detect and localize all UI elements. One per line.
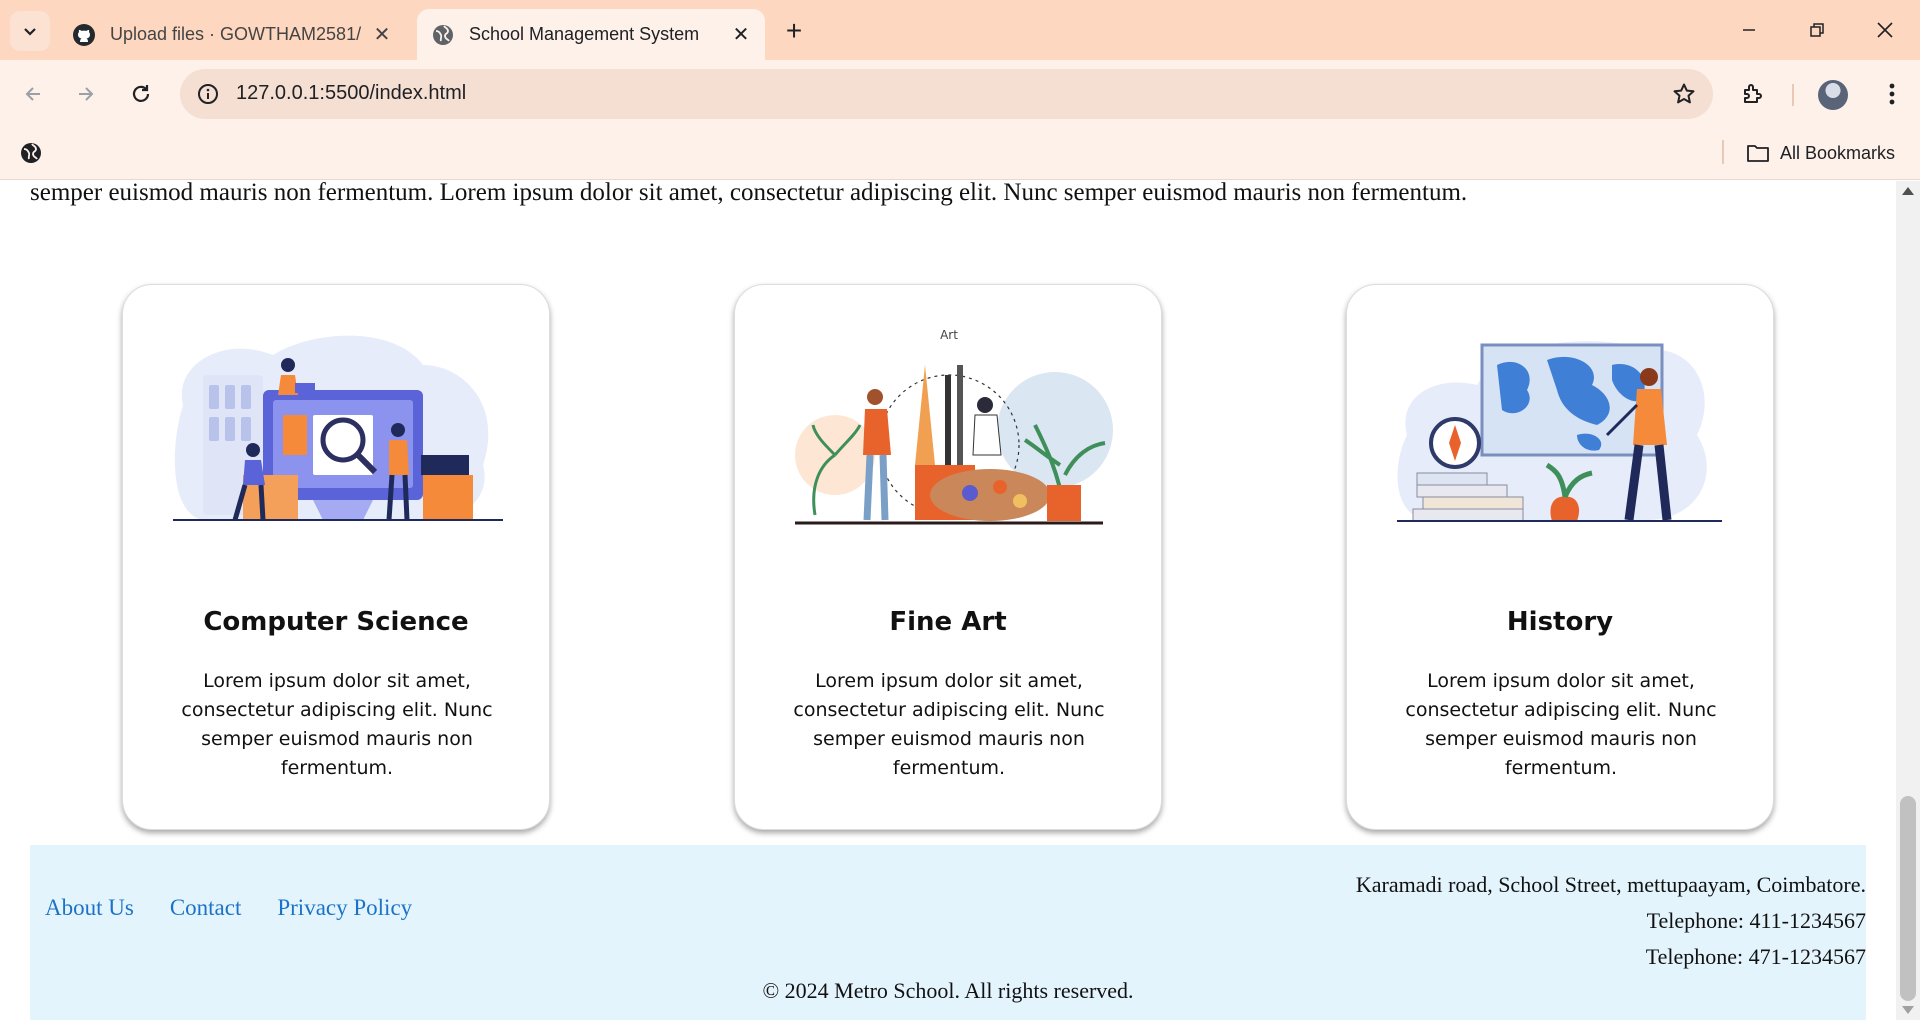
fine-art-illustration: Art xyxy=(795,328,1113,525)
close-icon[interactable]: ✕ xyxy=(366,19,398,51)
site-info-icon[interactable] xyxy=(192,78,224,110)
card-title: Computer Science xyxy=(203,607,469,637)
reload-button[interactable] xyxy=(121,74,161,114)
tab-upload-files[interactable]: Upload files · GOWTHAM2581/ ✕ xyxy=(58,9,406,60)
scrollbar-thumb[interactable] xyxy=(1900,796,1916,1001)
url-text[interactable]: 127.0.0.1:5500/index.html xyxy=(236,82,466,105)
computer-science-illustration xyxy=(173,335,503,521)
globe-icon[interactable] xyxy=(16,138,46,168)
arrow-right-icon xyxy=(79,87,94,101)
address-bar[interactable]: 127.0.0.1:5500/index.html xyxy=(180,69,1713,119)
star-icon[interactable] xyxy=(1669,79,1699,109)
footer-address: Karamadi road, School Street, mettupaaya… xyxy=(1355,872,1866,897)
footer-phone-2: Telephone: 471-1234567 xyxy=(1645,944,1866,969)
about-us-link[interactable]: About Us xyxy=(45,895,134,921)
forward-button[interactable] xyxy=(66,74,106,114)
scroll-up-arrow-icon[interactable] xyxy=(1902,187,1914,195)
course-card-fine-art: Art Fine Art Lorem ipsum dolor sit amet,… xyxy=(734,284,1162,830)
folder-icon xyxy=(1746,143,1770,163)
chevron-down-icon xyxy=(24,28,36,36)
course-card-computer-science: Computer Science Lorem ipsum dolor sit a… xyxy=(122,284,550,830)
extensions-icon[interactable] xyxy=(1733,74,1773,114)
art-caption: Art xyxy=(940,328,958,342)
arrow-left-icon xyxy=(25,87,40,101)
bookmarks-divider xyxy=(1722,140,1724,164)
card-description: Lorem ipsum dolor sit amet, consectetur … xyxy=(181,670,493,779)
restore-button[interactable] xyxy=(1784,0,1850,60)
intro-paragraph: semper euismod mauris non fermentum. Lor… xyxy=(30,181,1468,206)
minimize-button[interactable] xyxy=(1716,0,1782,60)
bookmarks-bar: All Bookmarks xyxy=(0,128,1920,180)
privacy-policy-link[interactable]: Privacy Policy xyxy=(277,895,412,921)
back-button[interactable] xyxy=(13,74,53,114)
contact-link[interactable]: Contact xyxy=(170,895,242,921)
course-card-history: History Lorem ipsum dolor sit amet, cons… xyxy=(1346,284,1774,830)
close-icon xyxy=(1877,22,1893,38)
vertical-scrollbar[interactable] xyxy=(1896,181,1920,1020)
card-title: Fine Art xyxy=(889,607,1007,637)
all-bookmarks-button[interactable]: All Bookmarks xyxy=(1746,138,1895,168)
scroll-down-arrow-icon[interactable] xyxy=(1902,1006,1914,1014)
footer-phone-1: Telephone: 411-1234567 xyxy=(1646,908,1866,933)
browser-toolbar: 127.0.0.1:5500/index.html xyxy=(0,60,1920,128)
new-tab-button[interactable]: + xyxy=(777,14,811,48)
card-description: Lorem ipsum dolor sit amet, consectetur … xyxy=(1405,670,1717,779)
minimize-icon xyxy=(1743,29,1755,31)
github-icon xyxy=(72,23,96,47)
card-title: History xyxy=(1506,607,1614,637)
reload-icon xyxy=(132,85,150,102)
restore-icon xyxy=(1810,23,1824,37)
tab-title: Upload files · GOWTHAM2581/ xyxy=(110,24,362,44)
footer-contact-info: Karamadi road, School Street, mettupaaya… xyxy=(1356,867,1866,975)
tab-school-management[interactable]: School Management System ✕ xyxy=(417,9,765,60)
history-illustration xyxy=(1397,341,1722,522)
footer-copyright: © 2024 Metro School. All rights reserved… xyxy=(762,978,1134,1003)
toolbar-divider xyxy=(1792,84,1794,106)
globe-icon xyxy=(431,23,455,47)
close-icon[interactable]: ✕ xyxy=(725,19,757,51)
footer-links: About Us Contact Privacy Policy xyxy=(45,895,412,921)
all-bookmarks-label: All Bookmarks xyxy=(1780,142,1896,163)
profile-avatar[interactable] xyxy=(1818,80,1848,110)
tab-search-button[interactable] xyxy=(10,11,50,51)
close-window-button[interactable] xyxy=(1852,0,1918,60)
tab-title: School Management System xyxy=(469,24,700,44)
page-viewport: semper euismod mauris non fermentum. Lor… xyxy=(0,181,1896,1020)
card-description: Lorem ipsum dolor sit amet, consectetur … xyxy=(793,670,1105,779)
more-menu-icon[interactable] xyxy=(1872,74,1912,114)
tab-strip: Upload files · GOWTHAM2581/ ✕ School Man… xyxy=(0,0,1920,60)
page-footer: About Us Contact Privacy Policy Karamadi… xyxy=(30,845,1866,1020)
